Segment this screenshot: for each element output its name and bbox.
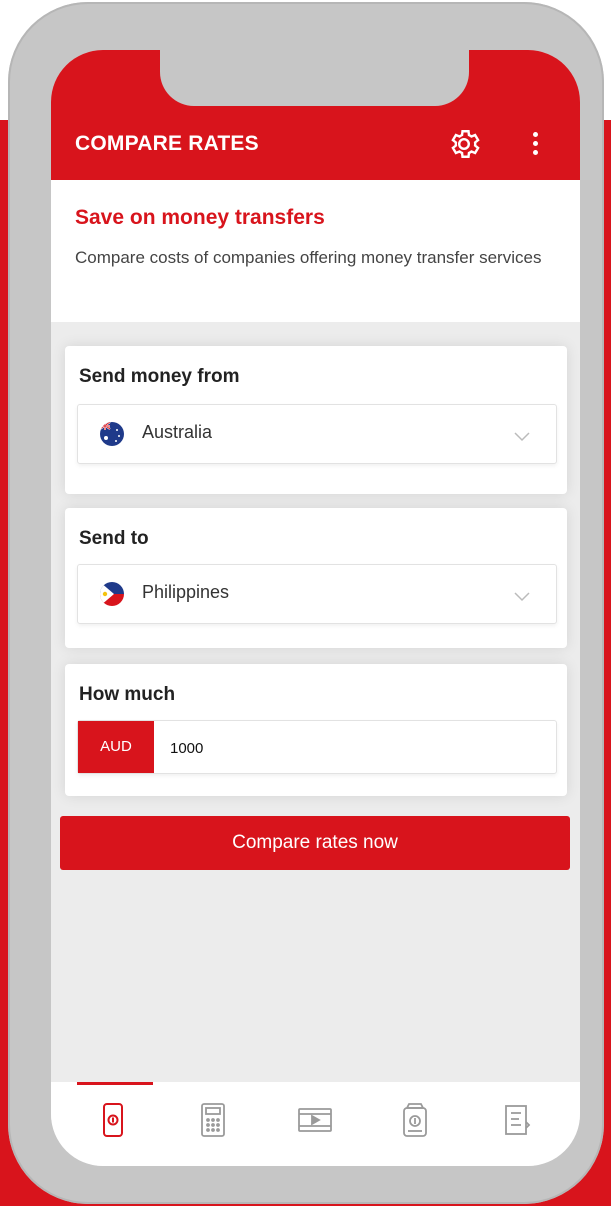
australia-flag-icon bbox=[100, 422, 124, 446]
philippines-flag-icon bbox=[100, 582, 124, 606]
amount-input[interactable] bbox=[168, 734, 542, 762]
send-from-select[interactable]: Australia bbox=[77, 404, 557, 464]
send-from-value: Australia bbox=[142, 422, 213, 442]
more-vertical-icon[interactable] bbox=[523, 128, 547, 162]
gear-icon[interactable] bbox=[446, 126, 482, 162]
send-from-card: Send money from Australia bbox=[65, 346, 567, 494]
chevron-down-icon bbox=[514, 429, 530, 447]
chevron-down-icon bbox=[514, 589, 530, 607]
active-tab-indicator bbox=[77, 1082, 153, 1085]
document-icon[interactable] bbox=[503, 1102, 531, 1143]
bottom-nav bbox=[51, 1082, 580, 1166]
calculator-icon[interactable] bbox=[199, 1102, 227, 1143]
send-to-label: Send to bbox=[79, 528, 149, 549]
intro-section: Save on money transfers Compare costs of… bbox=[51, 180, 580, 322]
send-to-select[interactable]: Philippines bbox=[77, 564, 557, 624]
amount-field: AUD bbox=[77, 720, 557, 774]
send-to-card: Send to Philippines bbox=[65, 508, 567, 648]
intro-title: Save on money transfers bbox=[75, 206, 325, 229]
compare-rates-button[interactable]: Compare rates now bbox=[60, 816, 570, 870]
send-to-value: Philippines bbox=[142, 582, 230, 602]
intro-description: Compare costs of companies offering mone… bbox=[75, 248, 542, 267]
phone-money-icon[interactable] bbox=[99, 1102, 127, 1143]
app-title: COMPARE RATES bbox=[75, 132, 259, 155]
amount-card: How much AUD bbox=[65, 664, 567, 796]
wallet-icon[interactable] bbox=[401, 1102, 429, 1143]
currency-selector[interactable]: AUD bbox=[78, 721, 154, 773]
send-from-label: Send money from bbox=[79, 366, 240, 387]
app-screen: COMPARE RATES Save on money transfers Co… bbox=[51, 50, 580, 1166]
phone-notch bbox=[160, 50, 469, 106]
amount-label: How much bbox=[79, 684, 176, 705]
phone-frame: COMPARE RATES Save on money transfers Co… bbox=[8, 2, 604, 1204]
video-icon[interactable] bbox=[297, 1106, 333, 1139]
